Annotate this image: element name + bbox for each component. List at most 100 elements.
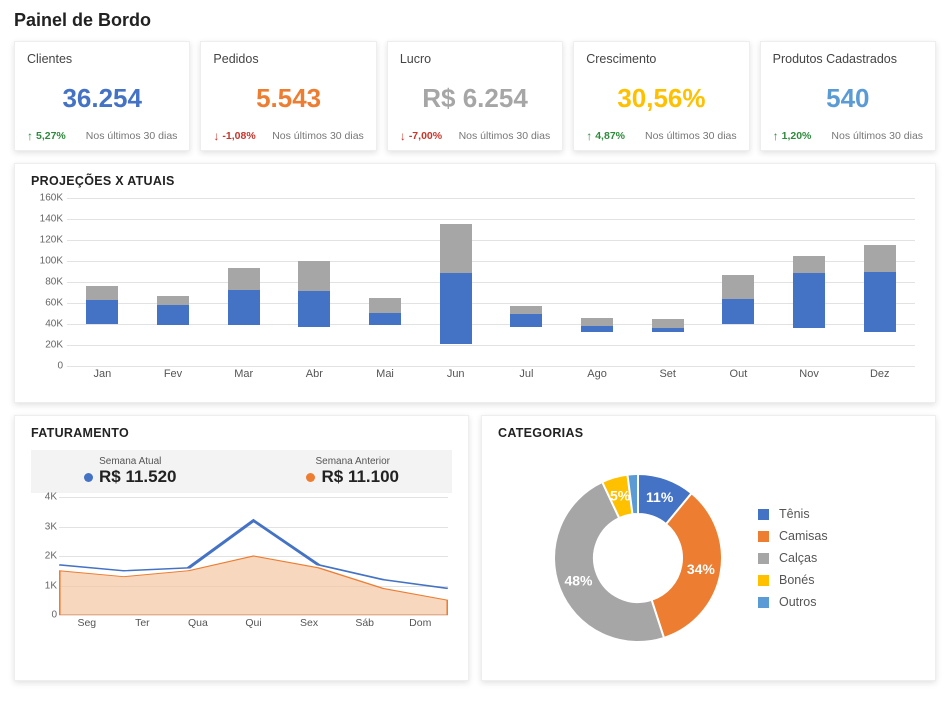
y-tick-label: 3K: [45, 521, 57, 532]
bar: [369, 298, 401, 366]
panel-projecoes: PROJEÇÕES X ATUAIS 020K40K60K80K100K120K…: [14, 163, 936, 403]
bar: [864, 245, 896, 366]
y-tick-label: 120K: [40, 235, 63, 246]
kpi-card-title: Produtos Cadastrados: [773, 52, 923, 66]
kpi-period-note: Nos últimos 30 dias: [459, 130, 551, 142]
kpi-card-title: Clientes: [27, 52, 177, 66]
bar: [157, 296, 189, 366]
kpi-card: Produtos Cadastrados 540 ↑1,20% Nos últimos…: [760, 41, 936, 151]
kpi-card: Pedidos 5.543 ↓-1,08% Nos últimos 30 dias: [200, 41, 376, 151]
faturamento-prev-value: R$ 11.100: [321, 467, 399, 486]
x-tick-label: Qua: [170, 617, 226, 637]
legend-item: Outros: [758, 595, 828, 609]
bar: [298, 261, 330, 366]
kpi-card-title: Pedidos: [213, 52, 363, 66]
legend-swatch-icon: [758, 531, 769, 542]
arrow-up-icon: ↑: [586, 130, 592, 142]
bar: [581, 318, 613, 366]
x-tick-label: Sex: [281, 617, 337, 637]
legend-label: Calças: [779, 551, 817, 565]
legend-swatch-icon: [758, 553, 769, 564]
faturamento-current-label: Semana Atual: [39, 456, 222, 467]
x-tick-label: Seg: [59, 617, 115, 637]
page-title: Painel de Bordo: [14, 10, 936, 31]
x-tick-label: Dez: [844, 368, 915, 388]
arrow-down-icon: ↓: [400, 130, 406, 142]
bar: [228, 268, 260, 366]
kpi-card: Crescimento30,56%↑4,87%Nos últimos 30 di…: [573, 41, 749, 151]
x-tick-label: Jun: [420, 368, 491, 388]
chart-projecoes: 020K40K60K80K100K120K140K160KJanFevMarAb…: [31, 198, 919, 388]
kpi-card: Lucro R$ 6.254 ↓-7,00% Nos últimos 30 dias: [387, 41, 563, 151]
kpi-period-note: Nos últimos 30 dias: [86, 130, 178, 142]
kpi-delta: ↑1,20%: [773, 130, 812, 142]
faturamento-prev-label: Semana Anterior: [262, 456, 445, 467]
kpi-card-title: Crescimento: [586, 52, 736, 66]
legend-swatch-icon: [758, 597, 769, 608]
legend-label: Tênis: [779, 507, 810, 521]
bar: [86, 286, 118, 366]
kpi-card-value: R$ 6.254: [400, 72, 550, 124]
kpi-card-title: Lucro: [400, 52, 550, 66]
dot-icon: [306, 473, 315, 482]
arrow-up-icon: ↑: [773, 130, 779, 142]
kpi-card-value: 5.543: [213, 72, 363, 124]
x-tick-label: Ago: [562, 368, 633, 388]
kpi-card-value: 540: [773, 72, 923, 124]
x-tick-label: Jan: [67, 368, 138, 388]
legend-item: Tênis: [758, 507, 828, 521]
kpi-card-value: 30,56%: [586, 72, 736, 124]
legend-label: Camisas: [779, 529, 828, 543]
bar: [510, 306, 542, 366]
legend-swatch-icon: [758, 509, 769, 520]
panel-projecoes-title: PROJEÇÕES X ATUAIS: [31, 174, 919, 188]
kpi-card: Clientes 36.254 ↑5,27% Nos últimos 30 dias: [14, 41, 190, 151]
kpi-card-value: 36.254: [27, 72, 177, 124]
y-tick-label: 40K: [45, 319, 63, 330]
kpi-delta: ↑5,27%: [27, 130, 66, 142]
y-tick-label: 140K: [40, 214, 63, 225]
x-tick-label: Mar: [208, 368, 279, 388]
panel-faturamento: FATURAMENTO Semana Atual R$ 11.520 Seman…: [14, 415, 469, 681]
y-tick-label: 4K: [45, 492, 57, 503]
legend-item: Calças: [758, 551, 828, 565]
legend-swatch-icon: [758, 575, 769, 586]
x-tick-label: Out: [703, 368, 774, 388]
x-tick-label: Sáb: [337, 617, 393, 637]
panel-categorias: CATEGORIAS 11%34%48%5% Tênis Camisas Calça…: [481, 415, 936, 681]
faturamento-current-value: R$ 11.520: [99, 467, 177, 486]
legend-label: Outros: [779, 595, 817, 609]
pie-slice-label: 34%: [687, 561, 716, 577]
legend-item: Bonés: [758, 573, 828, 587]
bar: [722, 275, 754, 366]
pie-slice-label: 5%: [610, 488, 631, 504]
x-tick-label: Mai: [350, 368, 421, 388]
x-tick-label: Abr: [279, 368, 350, 388]
panel-categorias-title: CATEGORIAS: [498, 426, 919, 440]
y-tick-label: 160K: [40, 193, 63, 204]
kpi-delta: ↓-7,00%: [400, 130, 442, 142]
x-tick-label: Qui: [226, 617, 282, 637]
kpi-delta: ↓-1,08%: [213, 130, 255, 142]
legend-label: Bonés: [779, 573, 814, 587]
y-tick-label: 0: [51, 610, 57, 621]
x-tick-label: Set: [632, 368, 703, 388]
y-tick-label: 1K: [45, 580, 57, 591]
arrow-down-icon: ↓: [213, 130, 219, 142]
x-tick-label: Jul: [491, 368, 562, 388]
chart-categorias: 11%34%48%5%: [538, 458, 738, 658]
kpi-period-note: Nos últimos 30 dias: [272, 130, 364, 142]
y-tick-label: 100K: [40, 256, 63, 267]
kpi-period-note: Nos últimos 30 dias: [831, 130, 923, 142]
kpi-delta: ↑4,87%: [586, 130, 625, 142]
legend-item: Camisas: [758, 529, 828, 543]
bar: [440, 224, 472, 366]
panel-faturamento-title: FATURAMENTO: [31, 426, 452, 440]
legend-categorias: Tênis Camisas Calças Bonés Outros: [758, 499, 828, 617]
y-tick-label: 60K: [45, 298, 63, 309]
x-tick-label: Fev: [138, 368, 209, 388]
bar: [793, 256, 825, 366]
y-tick-label: 20K: [45, 340, 63, 351]
y-tick-label: 2K: [45, 551, 57, 562]
chart-faturamento: 01K2K3K4KSegTerQuaQuiSexSábDom: [31, 497, 452, 637]
